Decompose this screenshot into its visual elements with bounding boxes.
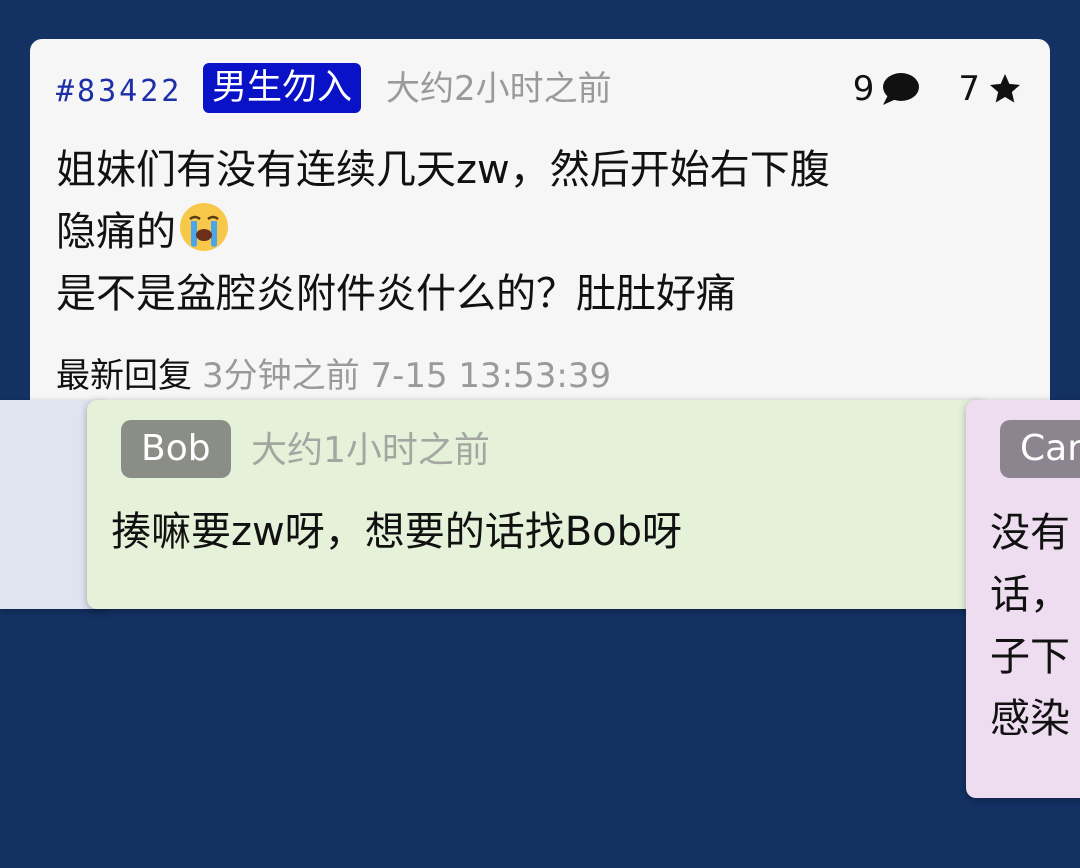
post-body-line: 姐妹们有没有连续几天zw，然后开始右下腹 [56, 147, 830, 193]
comment-count[interactable]: 9 [853, 69, 921, 109]
reply-card[interactable]: Car 没有 话， 子下 感染 [966, 400, 1080, 798]
post-header: #83422 男生勿入 大约2小时之前 9 7 [56, 63, 1024, 115]
reply-card[interactable]: Bob 大约1小时之前 揍嘛要zw呀，想要的话找Bob呀 [87, 400, 987, 609]
post-card[interactable]: #83422 男生勿入 大约2小时之前 9 7 姐妹们有没有连续几天zw，然后开… [30, 39, 1050, 419]
reply-text-line: 没有 [990, 510, 1070, 556]
reply-text-line: 感染 [990, 696, 1070, 742]
star-count-value: 7 [958, 69, 980, 109]
reply-text-line: 子下 [990, 634, 1070, 680]
post-tag: 男生勿入 [203, 63, 362, 113]
loudly-crying-face-icon [180, 203, 228, 251]
latest-reply-label: 最新回复 [56, 356, 192, 396]
reply-time: 大约1小时之前 [251, 430, 490, 471]
latest-reply: 最新回复 3分钟之前 7-15 13:53:39 [56, 351, 611, 401]
author-badge: Car [1000, 420, 1080, 478]
post-time: 大约2小时之前 [386, 69, 612, 109]
post-body-text: 隐痛的 [56, 209, 176, 255]
post-id: #83422 [56, 74, 183, 109]
post-body: 姐妹们有没有连续几天zw，然后开始右下腹 隐痛的 是不是盆腔炎附件炎什么的？肚肚… [56, 139, 1016, 325]
comment-icon [883, 73, 920, 105]
star-count[interactable]: 7 [958, 69, 1024, 109]
post-body-line: 隐痛的 [56, 201, 1016, 263]
author-badge: Bob [121, 420, 231, 478]
reply-text: 揍嘛要zw呀，想要的话找Bob呀 [111, 509, 683, 555]
post-stats: 9 7 [853, 67, 1024, 111]
reply-text-line: 话， [990, 572, 1070, 618]
star-icon [990, 74, 1020, 103]
latest-reply-time: 3分钟之前 7-15 13:53:39 [202, 356, 612, 396]
post-body-line: 是不是盆腔炎附件炎什么的？肚肚好痛 [56, 271, 736, 317]
comment-count-value: 9 [852, 69, 875, 109]
reply-text: 没有 话， 子下 感染 [990, 502, 1070, 750]
